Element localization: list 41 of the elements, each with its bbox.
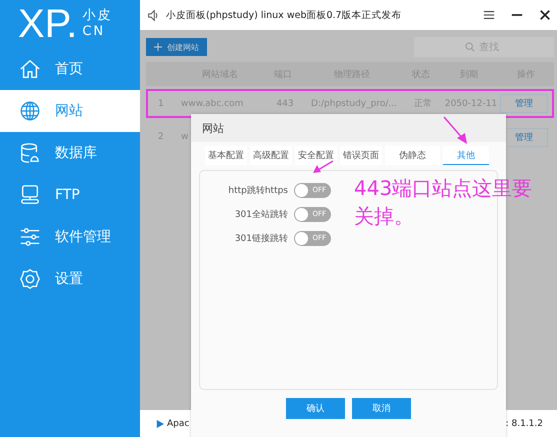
sidebar-item[interactable]: FTP [0, 174, 140, 216]
speaker-icon [147, 8, 160, 22]
play-icon [156, 420, 164, 428]
status-text: Apac [167, 418, 190, 428]
globe-icon [19, 100, 41, 122]
version-text: : 8.1.1.2 [506, 418, 543, 428]
database-icon [19, 142, 41, 164]
cancel-button[interactable]: 取消 [352, 398, 411, 419]
sidebar-item[interactable]: 首页 [0, 48, 140, 90]
tab[interactable]: 错误页面 [340, 146, 382, 165]
tab[interactable]: 高级配置 [250, 146, 292, 165]
setting-label: 301链接跳转 [234, 232, 288, 244]
menu-icon[interactable] [483, 9, 495, 21]
setting-label: http跳转https [227, 184, 288, 196]
home-icon [19, 58, 41, 80]
confirm-button[interactable]: 确认 [286, 398, 345, 419]
manage-button[interactable]: 管理 [500, 94, 548, 113]
annotation-arrow [313, 160, 334, 173]
sidebar-item[interactable]: 设置 [0, 258, 140, 300]
tab[interactable]: 基本配置 [205, 146, 247, 165]
logo-mark: XP. [18, 4, 78, 44]
sidebar-item[interactable]: 软件管理 [0, 216, 140, 258]
create-site-button[interactable]: 创建网站 [146, 38, 207, 56]
sliders-icon [19, 226, 41, 248]
logo-domain: CN [82, 24, 106, 40]
logo-name: 小皮 [82, 8, 112, 24]
setting-label: 301全站跳转 [234, 208, 288, 220]
annotation-arrow [443, 116, 467, 144]
search-icon [465, 42, 475, 52]
tab[interactable]: 安全配置 [295, 146, 337, 165]
settings-icon [19, 268, 41, 290]
dialog-title: 网站 [202, 120, 224, 136]
annotation-text: 443端口站点这里要关掉。 [354, 175, 534, 230]
sidebar-item[interactable]: 网站 [0, 90, 140, 132]
tab[interactable]: 伪静态 [385, 146, 440, 165]
tab[interactable]: 其他 [443, 146, 489, 165]
window-title: 小皮面板(phpstudy) linux web面板0.7版本正式发布 [166, 8, 403, 22]
plus-icon [154, 43, 162, 51]
monitor-icon [19, 184, 41, 206]
sidebar-item[interactable]: 数据库 [0, 132, 140, 174]
close-icon[interactable] [539, 9, 551, 21]
